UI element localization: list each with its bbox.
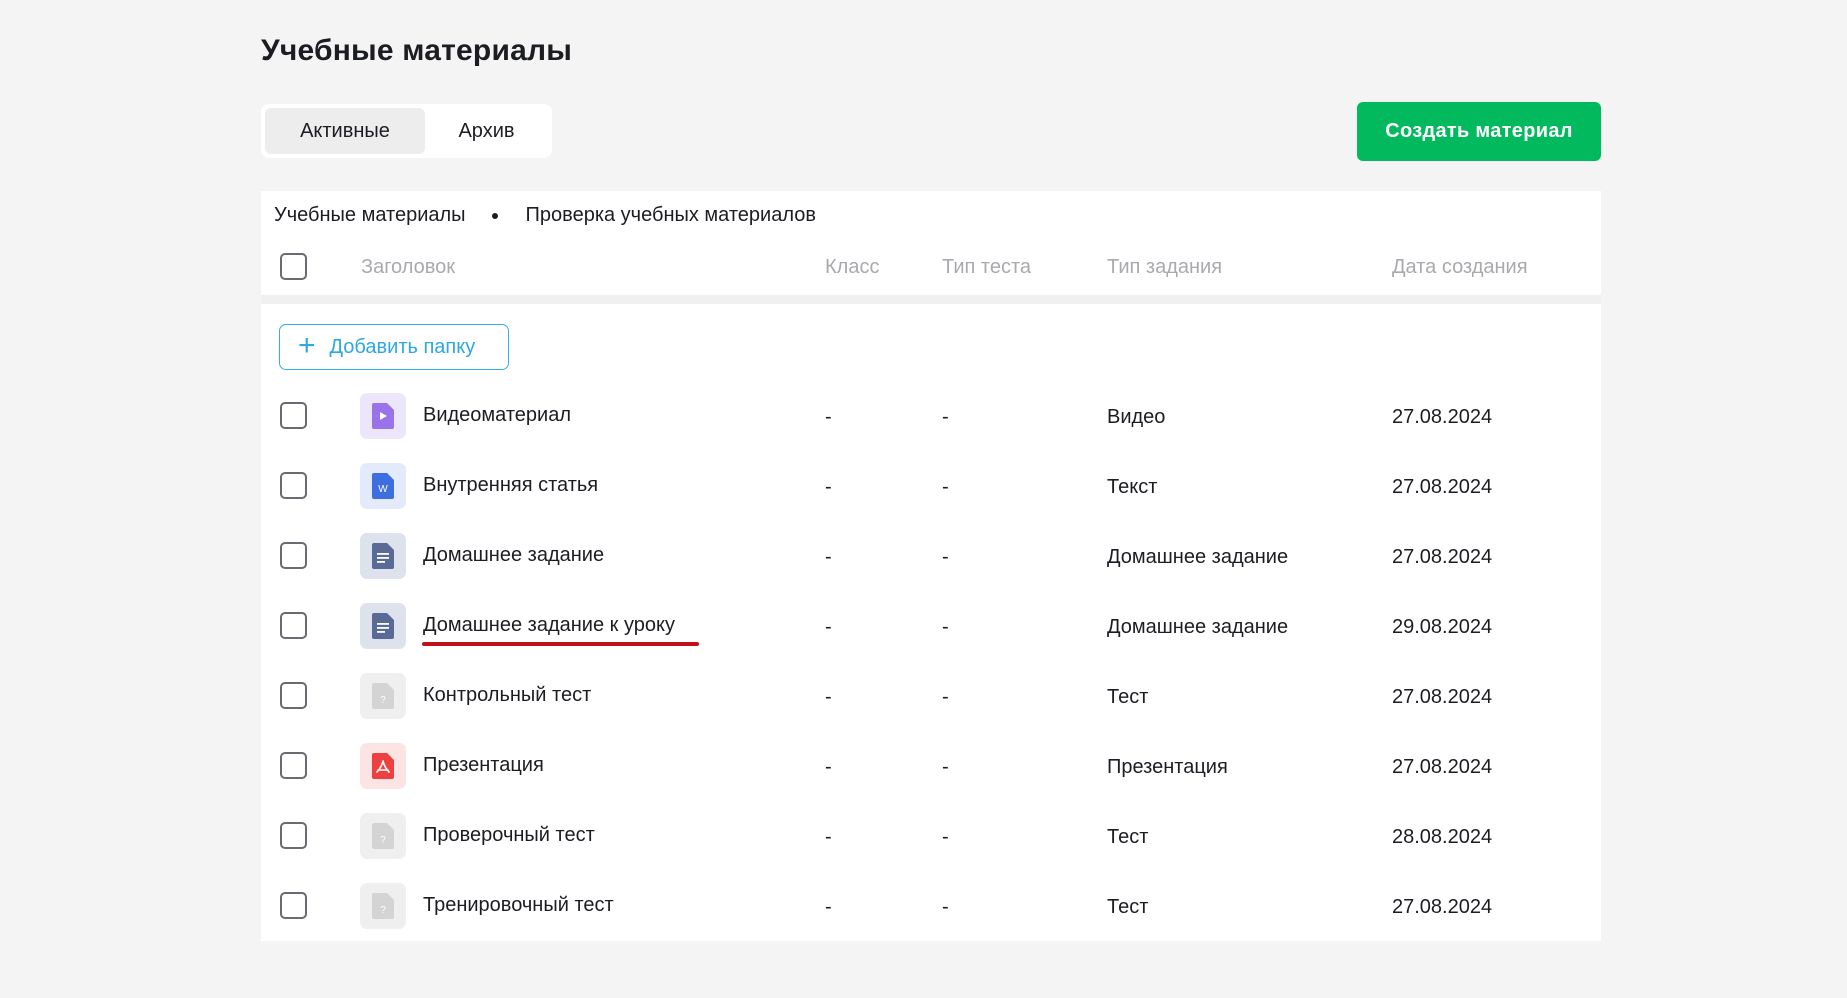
row-title[interactable]: Домашнее задание <box>423 544 604 567</box>
row-class: - <box>825 406 832 428</box>
row-test-type: - <box>942 826 949 848</box>
row-checkbox[interactable] <box>280 402 307 429</box>
pdf-file-icon <box>360 743 406 789</box>
breadcrumb: Учебные материалы Проверка учебных матер… <box>274 204 816 227</box>
row-class: - <box>825 826 832 848</box>
row-checkbox[interactable] <box>280 542 307 569</box>
page-title: Учебные материалы <box>261 34 573 67</box>
row-task-type: Домашнее задание <box>1107 546 1289 568</box>
row-class: - <box>825 616 832 638</box>
table-row[interactable]: Видеоматериал - - Видео 27.08.2024 <box>261 381 1601 451</box>
header-class[interactable]: Класс <box>825 256 879 279</box>
row-test-type: - <box>942 476 949 498</box>
row-title[interactable]: Презентация <box>423 754 544 777</box>
svg-text:?: ? <box>380 905 386 916</box>
add-folder-button[interactable]: + Добавить папку <box>279 324 509 370</box>
row-checkbox[interactable] <box>280 612 307 639</box>
row-title[interactable]: Контрольный тест <box>423 684 591 707</box>
header-task-type[interactable]: Тип задания <box>1107 256 1222 279</box>
row-created-date: 27.08.2024 <box>1392 476 1493 498</box>
table-row[interactable]: ? Контрольный тест - - Тест 27.08.2024 <box>261 661 1601 731</box>
row-checkbox[interactable] <box>280 752 307 779</box>
table-row[interactable]: Домашнее задание к уроку - - Домашнее за… <box>261 591 1601 661</box>
tabs: Активные Архив <box>261 104 552 158</box>
row-created-date: 27.08.2024 <box>1392 756 1493 778</box>
row-test-type: - <box>942 686 949 708</box>
row-created-date: 27.08.2024 <box>1392 686 1493 708</box>
svg-text:W: W <box>378 484 388 495</box>
header-created-date[interactable]: Дата создания <box>1392 256 1528 279</box>
select-all-checkbox[interactable] <box>280 253 307 280</box>
row-created-date: 28.08.2024 <box>1392 826 1493 848</box>
row-title[interactable]: Проверочный тест <box>423 824 595 847</box>
table-row[interactable]: ? Проверочный тест - - Тест 28.08.2024 <box>261 801 1601 871</box>
row-test-type: - <box>942 406 949 428</box>
test-file-icon: ? <box>360 673 406 719</box>
row-test-type: - <box>942 546 949 568</box>
row-class: - <box>825 896 832 918</box>
document-file-icon <box>360 603 406 649</box>
add-folder-label: Добавить папку <box>329 335 476 358</box>
row-checkbox[interactable] <box>280 822 307 849</box>
row-task-type: Тест <box>1107 896 1149 918</box>
plus-icon: + <box>298 328 316 362</box>
row-task-type: Тест <box>1107 686 1149 708</box>
row-class: - <box>825 686 832 708</box>
row-test-type: - <box>942 756 949 778</box>
row-task-type: Домашнее задание <box>1107 616 1289 638</box>
materials-table: Учебные материалы Проверка учебных матер… <box>261 191 1601 941</box>
row-title[interactable]: Домашнее задание к уроку <box>423 614 675 637</box>
page: Учебные материалы Активные Архив Создать… <box>0 0 1847 998</box>
row-checkbox[interactable] <box>280 682 307 709</box>
table-row[interactable]: W Внутренняя статья - - Текст 27.08.2024 <box>261 451 1601 521</box>
row-task-type: Презентация <box>1107 756 1228 778</box>
video-file-icon <box>360 393 406 439</box>
header-test-type[interactable]: Тип теста <box>942 256 1031 279</box>
row-task-type: Видео <box>1107 406 1166 428</box>
row-class: - <box>825 546 832 568</box>
document-file-icon <box>360 533 406 579</box>
table-row[interactable]: ? Тренировочный тест - - Тест 27.08.2024 <box>261 871 1601 941</box>
tab-archive[interactable]: Архив <box>425 108 548 154</box>
row-checkbox[interactable] <box>280 892 307 919</box>
test-file-icon: ? <box>360 883 406 929</box>
breadcrumb-separator <box>491 212 498 219</box>
svg-text:?: ? <box>380 835 386 846</box>
row-created-date: 27.08.2024 <box>1392 406 1493 428</box>
row-class: - <box>825 756 832 778</box>
header-divider <box>261 295 1601 304</box>
row-test-type: - <box>942 896 949 918</box>
row-title[interactable]: Внутренняя статья <box>423 474 598 497</box>
row-created-date: 29.08.2024 <box>1392 616 1493 638</box>
test-file-icon: ? <box>360 813 406 859</box>
table-header: Заголовок Класс Тип теста Тип задания Да… <box>261 243 1601 287</box>
row-task-type: Тест <box>1107 826 1149 848</box>
word-file-icon: W <box>360 463 406 509</box>
row-checkbox[interactable] <box>280 472 307 499</box>
header-title[interactable]: Заголовок <box>361 256 455 279</box>
row-created-date: 27.08.2024 <box>1392 546 1493 568</box>
row-test-type: - <box>942 616 949 638</box>
breadcrumb-item-review[interactable]: Проверка учебных материалов <box>526 204 816 227</box>
table-row[interactable]: Презентация - - Презентация 27.08.2024 <box>261 731 1601 801</box>
row-class: - <box>825 476 832 498</box>
svg-text:?: ? <box>380 695 386 706</box>
tab-active[interactable]: Активные <box>265 108 425 154</box>
row-created-date: 27.08.2024 <box>1392 896 1493 918</box>
row-task-type: Текст <box>1107 476 1158 498</box>
highlight-underline <box>422 642 699 646</box>
breadcrumb-item-materials[interactable]: Учебные материалы <box>274 204 466 227</box>
row-title[interactable]: Тренировочный тест <box>423 894 614 917</box>
create-material-button[interactable]: Создать материал <box>1357 102 1601 161</box>
row-title[interactable]: Видеоматериал <box>423 404 571 427</box>
table-row[interactable]: Домашнее задание - - Домашнее задание 27… <box>261 521 1601 591</box>
